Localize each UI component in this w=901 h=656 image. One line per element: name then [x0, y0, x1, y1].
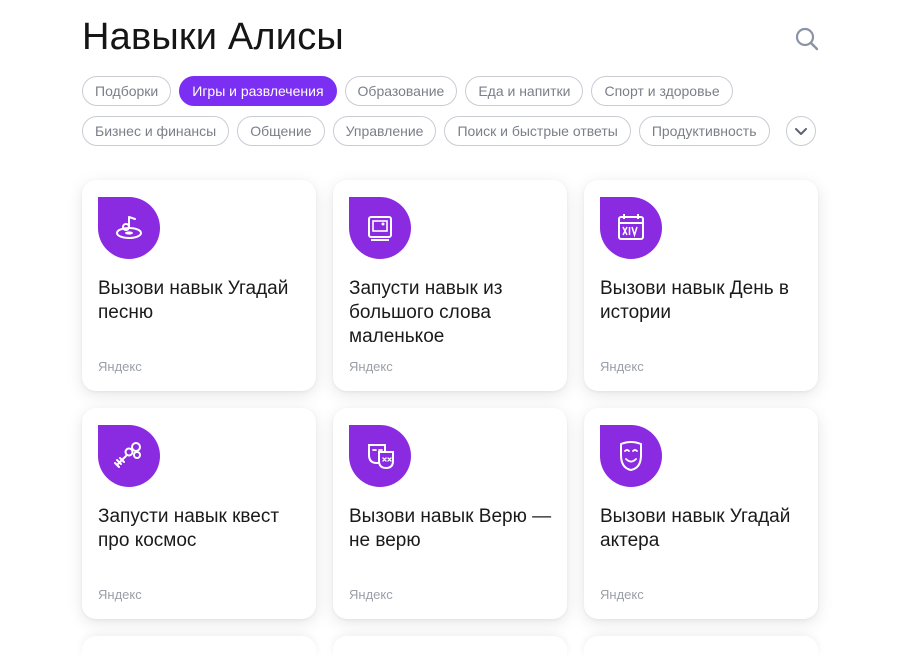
category-chip-collections[interactable]: Подборки — [82, 76, 172, 106]
skill-card[interactable]: Запусти навык из большого слова маленько… — [333, 180, 567, 391]
category-chip-education[interactable]: Образование — [344, 76, 458, 106]
music-disc-icon — [98, 197, 160, 259]
mask-icon — [600, 425, 662, 487]
calendar-xiv-icon — [600, 197, 662, 259]
skill-card-partial[interactable] — [584, 636, 818, 656]
category-chips-row-1: Подборки Игры и развлечения Образование … — [82, 76, 733, 106]
skill-name: Вызови навык Угадай актера — [600, 506, 791, 551]
search-icon[interactable] — [794, 26, 820, 52]
skill-name: Вызови навык Верю — не верю — [349, 506, 552, 551]
category-chip-sport[interactable]: Спорт и здоровье — [591, 76, 733, 106]
masks-icon — [349, 425, 411, 487]
skill-card[interactable]: Вызови навык Угадай актера Яндекс — [584, 408, 818, 619]
skill-card[interactable]: Запусти навык квест про космос Яндекс — [82, 408, 316, 619]
category-chip-food[interactable]: Еда и напитки — [465, 76, 584, 106]
skill-author: Яндекс — [98, 359, 142, 374]
skill-author: Яндекс — [349, 359, 393, 374]
skills-grid: Вызови навык Угадай песню Яндекс Запусти… — [82, 180, 818, 656]
skill-name: Вызови навык День в истории — [600, 278, 789, 323]
category-chips-row-2: Бизнес и финансы Общение Управление Поис… — [82, 116, 816, 146]
expand-categories-button[interactable] — [785, 116, 816, 146]
skill-name: Вызови навык Угадай песню — [98, 278, 289, 323]
skill-card[interactable]: Вызови навык Верю — не верю Яндекс — [333, 408, 567, 619]
skill-author: Яндекс — [600, 359, 644, 374]
skill-card-partial[interactable] — [82, 636, 316, 656]
page-title: Навыки Алисы — [82, 16, 344, 58]
skill-card[interactable]: Вызови навык День в истории Яндекс — [584, 180, 818, 391]
skill-card-partial[interactable] — [333, 636, 567, 656]
skill-author: Яндекс — [98, 587, 142, 602]
category-chip-communication[interactable]: Общение — [237, 116, 325, 146]
category-chip-control[interactable]: Управление — [332, 116, 437, 146]
skill-author: Яндекс — [600, 587, 644, 602]
skill-name: Запусти навык из большого слова маленько… — [349, 278, 503, 347]
skill-author: Яндекс — [349, 587, 393, 602]
category-chip-games[interactable]: Игры и развлечения — [179, 76, 337, 106]
category-chip-productivity[interactable]: Продуктивность — [638, 116, 770, 146]
word-card-icon — [349, 197, 411, 259]
skill-card[interactable]: Вызови навык Угадай песню Яндекс — [82, 180, 316, 391]
chevron-down-icon — [794, 128, 807, 135]
satellite-icon — [98, 425, 160, 487]
category-chip-search[interactable]: Поиск и быстрые ответы — [444, 116, 631, 146]
category-chip-business[interactable]: Бизнес и финансы — [82, 116, 230, 146]
skill-name: Запусти навык квест про космос — [98, 506, 280, 551]
